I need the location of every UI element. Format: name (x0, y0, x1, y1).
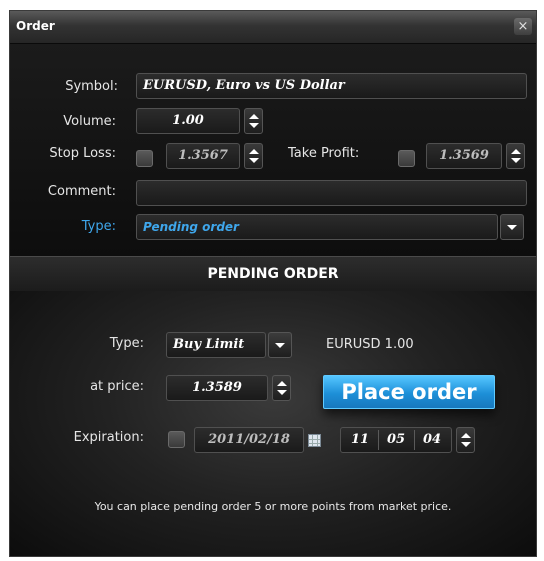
time-second[interactable]: 04 (415, 428, 449, 452)
volume-input[interactable]: 1.00 (136, 108, 240, 134)
section-title: PENDING ORDER (207, 266, 339, 282)
spin-down-icon[interactable] (461, 442, 471, 447)
window-title: Order (16, 19, 55, 33)
take-profit-stepper[interactable] (506, 143, 525, 169)
symbol-label: Symbol: (65, 79, 118, 94)
pending-type-dropdown[interactable] (268, 332, 292, 358)
spin-up-icon[interactable] (249, 149, 259, 154)
stop-loss-input[interactable]: 1.3567 (166, 143, 240, 169)
time-hour[interactable]: 11 (343, 428, 377, 452)
spin-down-icon[interactable] (249, 158, 259, 163)
order-dialog: Order × Symbol: EURUSD, Euro vs US Dolla… (9, 10, 537, 557)
price-label: at price: (90, 379, 144, 394)
title-bar[interactable]: Order × (10, 11, 536, 44)
dropdown-arrow-icon (275, 343, 285, 348)
spin-down-icon[interactable] (511, 158, 521, 163)
comment-input[interactable] (136, 180, 527, 206)
spin-up-icon[interactable] (249, 114, 259, 119)
order-form: Symbol: EURUSD, Euro vs US Dollar Volume… (10, 44, 536, 256)
pending-type-label: Type: (109, 336, 144, 351)
price-stepper[interactable] (272, 375, 291, 401)
spin-down-icon[interactable] (249, 123, 259, 128)
stop-loss-checkbox[interactable] (136, 150, 153, 167)
volume-stepper[interactable] (244, 108, 263, 134)
price-input[interactable]: 1.3589 (166, 375, 268, 401)
spin-down-icon[interactable] (277, 390, 287, 395)
symbol-field[interactable]: EURUSD, Euro vs US Dollar (136, 73, 527, 99)
take-profit-label: Take Profit: (288, 146, 360, 161)
type-label: Type: (81, 219, 116, 234)
spin-up-icon[interactable] (511, 149, 521, 154)
expiration-date-input[interactable]: 2011/02/18 (194, 427, 304, 453)
volume-label: Volume: (63, 114, 116, 129)
pending-order-note: You can place pending order 5 or more po… (94, 500, 452, 513)
time-minute[interactable]: 05 (379, 428, 413, 452)
expiration-checkbox[interactable] (168, 431, 185, 448)
take-profit-input[interactable]: 1.3569 (426, 143, 502, 169)
calendar-icon[interactable] (308, 434, 321, 447)
take-profit-checkbox[interactable] (398, 150, 415, 167)
time-stepper[interactable] (456, 427, 475, 453)
close-icon[interactable]: × (514, 18, 532, 35)
spin-up-icon[interactable] (277, 381, 287, 386)
expiration-label: Expiration: (73, 430, 144, 445)
dropdown-arrow-icon (507, 225, 517, 230)
expiration-time-input[interactable]: 11 05 04 (340, 427, 452, 453)
spin-up-icon[interactable] (461, 433, 471, 438)
pending-order-panel: Type: Buy Limit EURUSD 1.00 at price: 1.… (10, 291, 536, 556)
stop-loss-label: Stop Loss: (49, 146, 116, 161)
pending-order-header: PENDING ORDER (10, 256, 536, 292)
stop-loss-stepper[interactable] (244, 143, 263, 169)
place-order-button[interactable]: Place order (323, 375, 495, 409)
pending-type-select[interactable]: Buy Limit (166, 332, 266, 358)
instrument-info: EURUSD 1.00 (326, 337, 414, 352)
type-dropdown-button[interactable] (500, 214, 524, 240)
type-select[interactable]: Pending order (136, 214, 498, 240)
comment-label: Comment: (47, 184, 116, 199)
